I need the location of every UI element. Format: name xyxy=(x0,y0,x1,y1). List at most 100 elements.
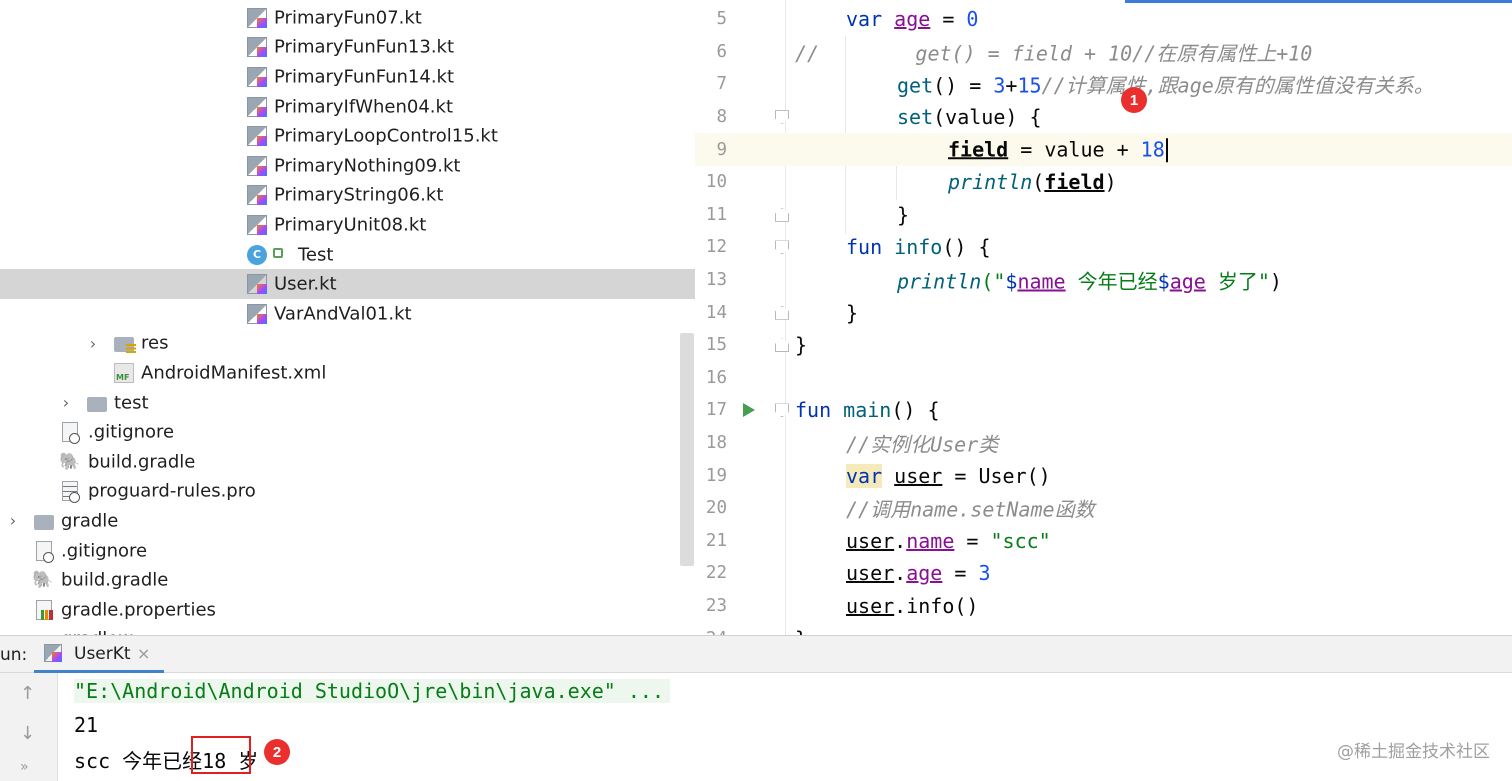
fold-icon[interactable] xyxy=(775,207,789,222)
code-line[interactable]: 24} xyxy=(695,622,1512,635)
tree-item-gradle-folder[interactable]: › gradle xyxy=(0,506,695,536)
tree-item-test-class[interactable]: C Test xyxy=(0,240,695,270)
code-line[interactable]: 17 fun main() { xyxy=(695,394,1512,427)
arrow-down-icon[interactable]: ↓ xyxy=(20,723,35,744)
tree-item-label: gradle xyxy=(61,510,119,532)
code-line[interactable]: 21 user.name = "scc" xyxy=(695,525,1512,558)
chevron-right-icon[interactable]: › xyxy=(6,511,20,531)
tree-item-root-gitignore[interactable]: .gitignore xyxy=(0,536,695,566)
kotlin-file-icon xyxy=(247,214,267,235)
tree-item-label: VarAndVal01.kt xyxy=(274,303,412,325)
code-line[interactable]: 20 //调用name.setName函数 xyxy=(695,492,1512,525)
fold-icon[interactable] xyxy=(775,338,789,353)
code-line[interactable]: 14} xyxy=(695,296,1512,329)
fold-icon[interactable] xyxy=(775,110,789,125)
code-editor[interactable]: 5 var age = 0 6 // get() = field + 10//在原有… xyxy=(695,0,1512,635)
code-line[interactable]: 19 var user = User() xyxy=(695,459,1512,492)
tree-item-primaryfunfun14[interactable]: PrimaryFunFun14.kt xyxy=(0,62,695,92)
property: age xyxy=(1169,269,1206,294)
code-line-current[interactable]: 9 field = value + 18 xyxy=(695,133,1512,166)
line-number: 23 xyxy=(705,596,727,617)
tree-item-primarynothing09[interactable]: PrimaryNothing09.kt xyxy=(0,151,695,181)
tree-item-primaryfunfun13[interactable]: PrimaryFunFun13.kt xyxy=(0,33,695,63)
tree-item-build-gradle[interactable]: 🐘 build.gradle xyxy=(0,447,695,477)
tree-item-label: build.gradle xyxy=(61,569,169,591)
code-line[interactable]: 16 xyxy=(695,362,1512,395)
arrow-up-icon[interactable]: ↑ xyxy=(20,683,35,704)
tree-item-label: PrimaryLoopControl15.kt xyxy=(274,125,498,147)
tree-item-label: .gitignore xyxy=(61,540,148,562)
tree-item-root-build-gradle[interactable]: 🐘 build.gradle xyxy=(0,565,695,595)
tree-scrollbar[interactable] xyxy=(680,333,694,566)
code-line[interactable]: 12 fun info() { xyxy=(695,231,1512,264)
tree-item-test-folder[interactable]: › test xyxy=(0,388,695,418)
gradle-icon: 🐘 xyxy=(32,570,54,591)
run-tab-userkt[interactable]: UserKt × xyxy=(34,636,164,673)
code-text: ( xyxy=(1032,170,1045,195)
project-tree: PrimaryFun07.kt PrimaryFunFun13.kt Prima… xyxy=(0,0,695,635)
code-text: () { xyxy=(891,398,940,423)
text-caret xyxy=(1165,138,1168,163)
tree-item-primaryloopcontrol15[interactable]: PrimaryLoopControl15.kt xyxy=(0,121,695,151)
tree-item-primaryifwhen04[interactable]: PrimaryIfWhen04.kt xyxy=(0,92,695,122)
code-line[interactable]: 10 println(field) xyxy=(695,166,1512,199)
chevron-right-icon[interactable]: › xyxy=(86,333,100,353)
code-line[interactable]: 5 var age = 0 xyxy=(695,3,1512,36)
code-line[interactable]: 18 //实例化User类 xyxy=(695,427,1512,460)
code-text: } xyxy=(897,202,910,227)
tree-item-gradlew[interactable]: gradlew xyxy=(0,625,695,635)
function-name: main xyxy=(843,398,892,423)
line-number: 15 xyxy=(705,335,727,356)
code-line[interactable]: 23 user.info() xyxy=(695,590,1512,623)
run-icon[interactable] xyxy=(743,403,755,418)
tree-item-user[interactable]: User.kt xyxy=(0,269,695,299)
comment: //计算属性,跟age原有的属性值没有关系。 xyxy=(1041,73,1434,98)
properties-icon xyxy=(36,599,53,620)
tree-item-gradle-properties[interactable]: gradle.properties xyxy=(0,595,695,625)
kotlin-file-icon xyxy=(247,96,267,117)
kotlin-file-icon xyxy=(247,185,267,206)
tree-item-androidmanifest[interactable]: MF AndroidManifest.xml xyxy=(0,358,695,388)
number: 0 xyxy=(966,7,979,32)
line-number: 7 xyxy=(716,74,727,95)
kotlin-file-icon xyxy=(247,303,267,324)
ide-window: PrimaryFun07.kt PrimaryFunFun13.kt Prima… xyxy=(0,0,1512,781)
class-icon: C xyxy=(247,244,267,265)
tree-item-primaryunit08[interactable]: PrimaryUnit08.kt xyxy=(0,210,695,240)
code-text: ) xyxy=(1104,170,1117,195)
code-line[interactable]: 22 user.age = 3 xyxy=(695,557,1512,590)
template-dollar: $ xyxy=(1157,269,1170,294)
fold-icon[interactable] xyxy=(775,305,789,320)
more-icon[interactable]: » xyxy=(20,759,29,775)
code-line[interactable]: 6 // get() = field + 10//在原有属性上+10 xyxy=(695,36,1512,69)
code-text: . xyxy=(894,528,907,553)
tree-item-proguard[interactable]: proguard-rules.pro xyxy=(0,477,695,507)
annotation-badge: 1 xyxy=(1121,87,1147,113)
fold-icon[interactable] xyxy=(775,240,789,255)
close-icon[interactable]: × xyxy=(137,644,150,663)
code-line[interactable]: 15} xyxy=(695,329,1512,362)
line-number: 6 xyxy=(716,41,727,62)
kotlin-file-icon xyxy=(247,7,267,28)
tree-item-gitignore[interactable]: .gitignore xyxy=(0,417,695,447)
code-line[interactable]: 11} xyxy=(695,199,1512,232)
keyword: fun xyxy=(795,398,832,423)
code-line[interactable]: 13 println("$name 今年已经$age 岁了") xyxy=(695,264,1512,297)
tree-item-res[interactable]: › res xyxy=(0,329,695,359)
property: name xyxy=(906,528,955,553)
tree-item-varandval01[interactable]: VarAndVal01.kt xyxy=(0,299,695,329)
string: 今年已经 xyxy=(1065,269,1158,294)
tree-item-label: PrimaryFunFun13.kt xyxy=(274,36,455,58)
function-call: println xyxy=(897,269,982,294)
code-text: } xyxy=(795,333,808,358)
run-console[interactable]: ↑ ↓ » "E:\Android\Android StudioO\jre\bi… xyxy=(0,673,1512,781)
kotlin-file-icon xyxy=(247,37,267,58)
fold-icon[interactable] xyxy=(775,403,789,418)
code-text: = value + xyxy=(1008,136,1141,161)
chevron-right-icon[interactable]: › xyxy=(59,393,73,413)
code-line[interactable]: 8 set(value) { xyxy=(695,101,1512,134)
tree-item-primarystring06[interactable]: PrimaryString06.kt xyxy=(0,181,695,211)
tree-item-primaryfun07[interactable]: PrimaryFun07.kt xyxy=(0,3,695,33)
line-number: 10 xyxy=(705,172,727,193)
code-line[interactable]: 7 get() = 3+15//计算属性,跟age原有的属性值没有关系。 xyxy=(695,68,1512,101)
